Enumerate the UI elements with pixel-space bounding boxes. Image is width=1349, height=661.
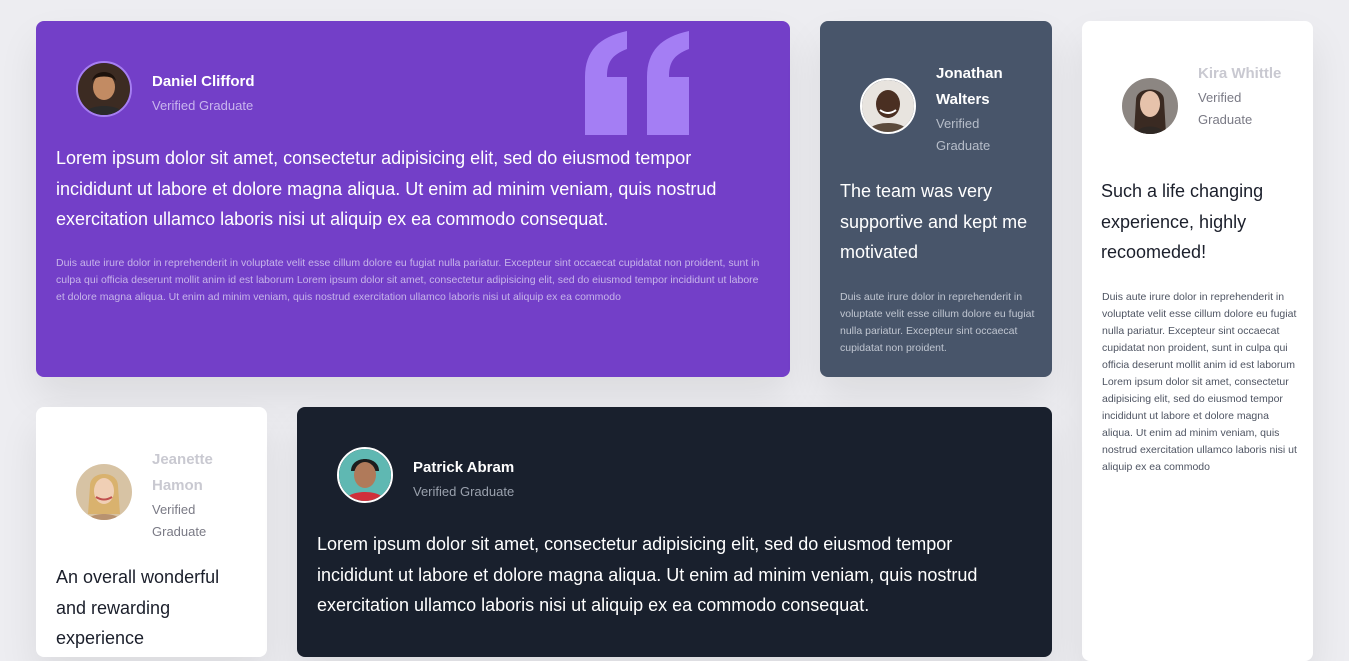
testimonial-body: Duis aute irure dolor in reprehenderit i… xyxy=(1102,291,1297,473)
avatar xyxy=(1122,78,1178,134)
testimonial-headline: Lorem ipsum dolor sit amet, consectetur … xyxy=(56,148,717,229)
author-name: Patrick Abram xyxy=(413,459,515,476)
testimonial-card-patrick: Patrick Abram Verified Graduate Lorem ip… xyxy=(297,407,1052,657)
testimonial-headline: Lorem ipsum dolor sit amet, consectetur … xyxy=(317,534,978,615)
author-block: Jonathan Walters Verified Graduate xyxy=(860,61,1036,157)
testimonial-card-kira: Kira Whittle Verified Graduate Such a li… xyxy=(1082,21,1313,661)
testimonial-card-jonathan: Jonathan Walters Verified Graduate The t… xyxy=(820,21,1052,377)
author-name: Jonathan Walters xyxy=(936,65,1003,108)
author-role: Verified Graduate xyxy=(1198,90,1253,127)
author-block: Kira Whittle Verified Graduate xyxy=(1122,61,1298,134)
author-name: Daniel Clifford xyxy=(152,73,255,90)
testimonial-headline: Such a life changing experience, highly … xyxy=(1101,181,1264,262)
author-name: Kira Whittle xyxy=(1198,65,1282,82)
author-role: Verified Graduate xyxy=(936,116,991,153)
testimonial-card-daniel: Daniel Clifford Verified Graduate Lorem … xyxy=(36,21,790,377)
testimonial-card-jeanette: Jeanette Hamon Verified Graduate An over… xyxy=(36,407,267,657)
author-role: Verified Graduate xyxy=(152,98,254,113)
testimonial-headline: An overall wonderful and rewarding exper… xyxy=(56,567,220,648)
avatar xyxy=(76,464,132,520)
avatar xyxy=(337,447,393,503)
avatar xyxy=(76,61,132,117)
testimonial-body: Duis aute irure dolor in reprehenderit i… xyxy=(56,257,760,303)
author-role: Verified Graduate xyxy=(413,484,515,499)
author-block: Patrick Abram Verified Graduate xyxy=(337,447,514,503)
author-name: Jeanette Hamon xyxy=(152,451,213,494)
avatar xyxy=(860,78,916,134)
testimonial-body: Duis aute irure dolor in reprehenderit i… xyxy=(840,291,1035,354)
quote-icon xyxy=(585,31,689,135)
author-role: Verified Graduate xyxy=(152,502,207,539)
testimonial-headline: The team was very supportive and kept me… xyxy=(840,181,1028,262)
author-block: Jeanette Hamon Verified Graduate xyxy=(76,447,252,543)
author-block: Daniel Clifford Verified Graduate xyxy=(76,61,255,117)
